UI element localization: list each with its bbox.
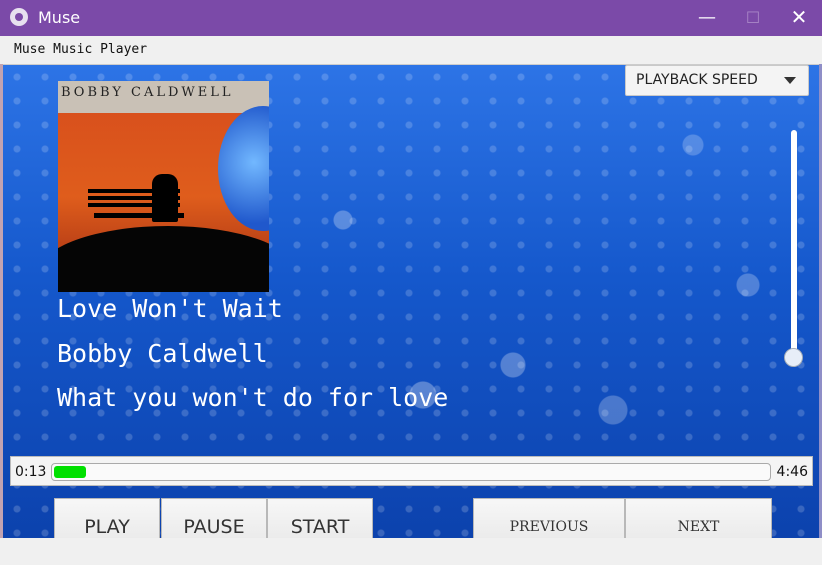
window-title-bar: Muse — ☐ ✕ — [0, 0, 822, 36]
album-art-title-band: BOBBY CALDWELL — [58, 81, 269, 113]
volume-slider-handle[interactable] — [784, 348, 803, 367]
playback-progress-panel: 0:13 4:46 — [10, 456, 813, 486]
album-art-figure — [152, 174, 178, 222]
album-art: BOBBY CALDWELL — [58, 81, 269, 292]
playback-speed-label: PLAYBACK SPEED — [636, 72, 758, 88]
current-time: 0:13 — [15, 464, 47, 480]
playback-progress-fill — [54, 466, 86, 478]
song-title: Love Won't Wait — [57, 294, 283, 323]
bottom-window-bar — [0, 538, 822, 565]
chevron-down-icon — [784, 77, 796, 84]
menu-label: Muse Music Player — [14, 42, 148, 57]
play-button[interactable]: PLAY — [54, 498, 160, 538]
minimize-button[interactable]: — — [684, 0, 730, 36]
album-art-hill — [58, 226, 269, 292]
start-button[interactable]: START — [267, 498, 373, 538]
playback-progress-bar[interactable] — [51, 463, 771, 481]
previous-button[interactable]: PREVIOUS — [473, 498, 625, 538]
playback-speed-select[interactable]: PLAYBACK SPEED — [625, 65, 809, 96]
total-time: 4:46 — [776, 464, 808, 480]
album-art-sun — [218, 106, 269, 231]
app-icon — [10, 8, 28, 26]
pause-button[interactable]: PAUSE — [161, 498, 267, 538]
album-art-title: BOBBY CALDWELL — [61, 85, 234, 100]
volume-slider-track[interactable] — [791, 130, 797, 367]
song-album: What you won't do for love — [57, 383, 449, 412]
song-artist: Bobby Caldwell — [57, 339, 268, 368]
next-button[interactable]: NEXT — [625, 498, 772, 538]
player-content: BOBBY CALDWELL Love Won't Wait Bobby Cal… — [3, 65, 819, 538]
maximize-button[interactable]: ☐ — [730, 0, 776, 36]
menu-bar: Muse Music Player — [0, 36, 822, 65]
close-button[interactable]: ✕ — [776, 0, 822, 36]
window-title: Muse — [38, 8, 81, 27]
